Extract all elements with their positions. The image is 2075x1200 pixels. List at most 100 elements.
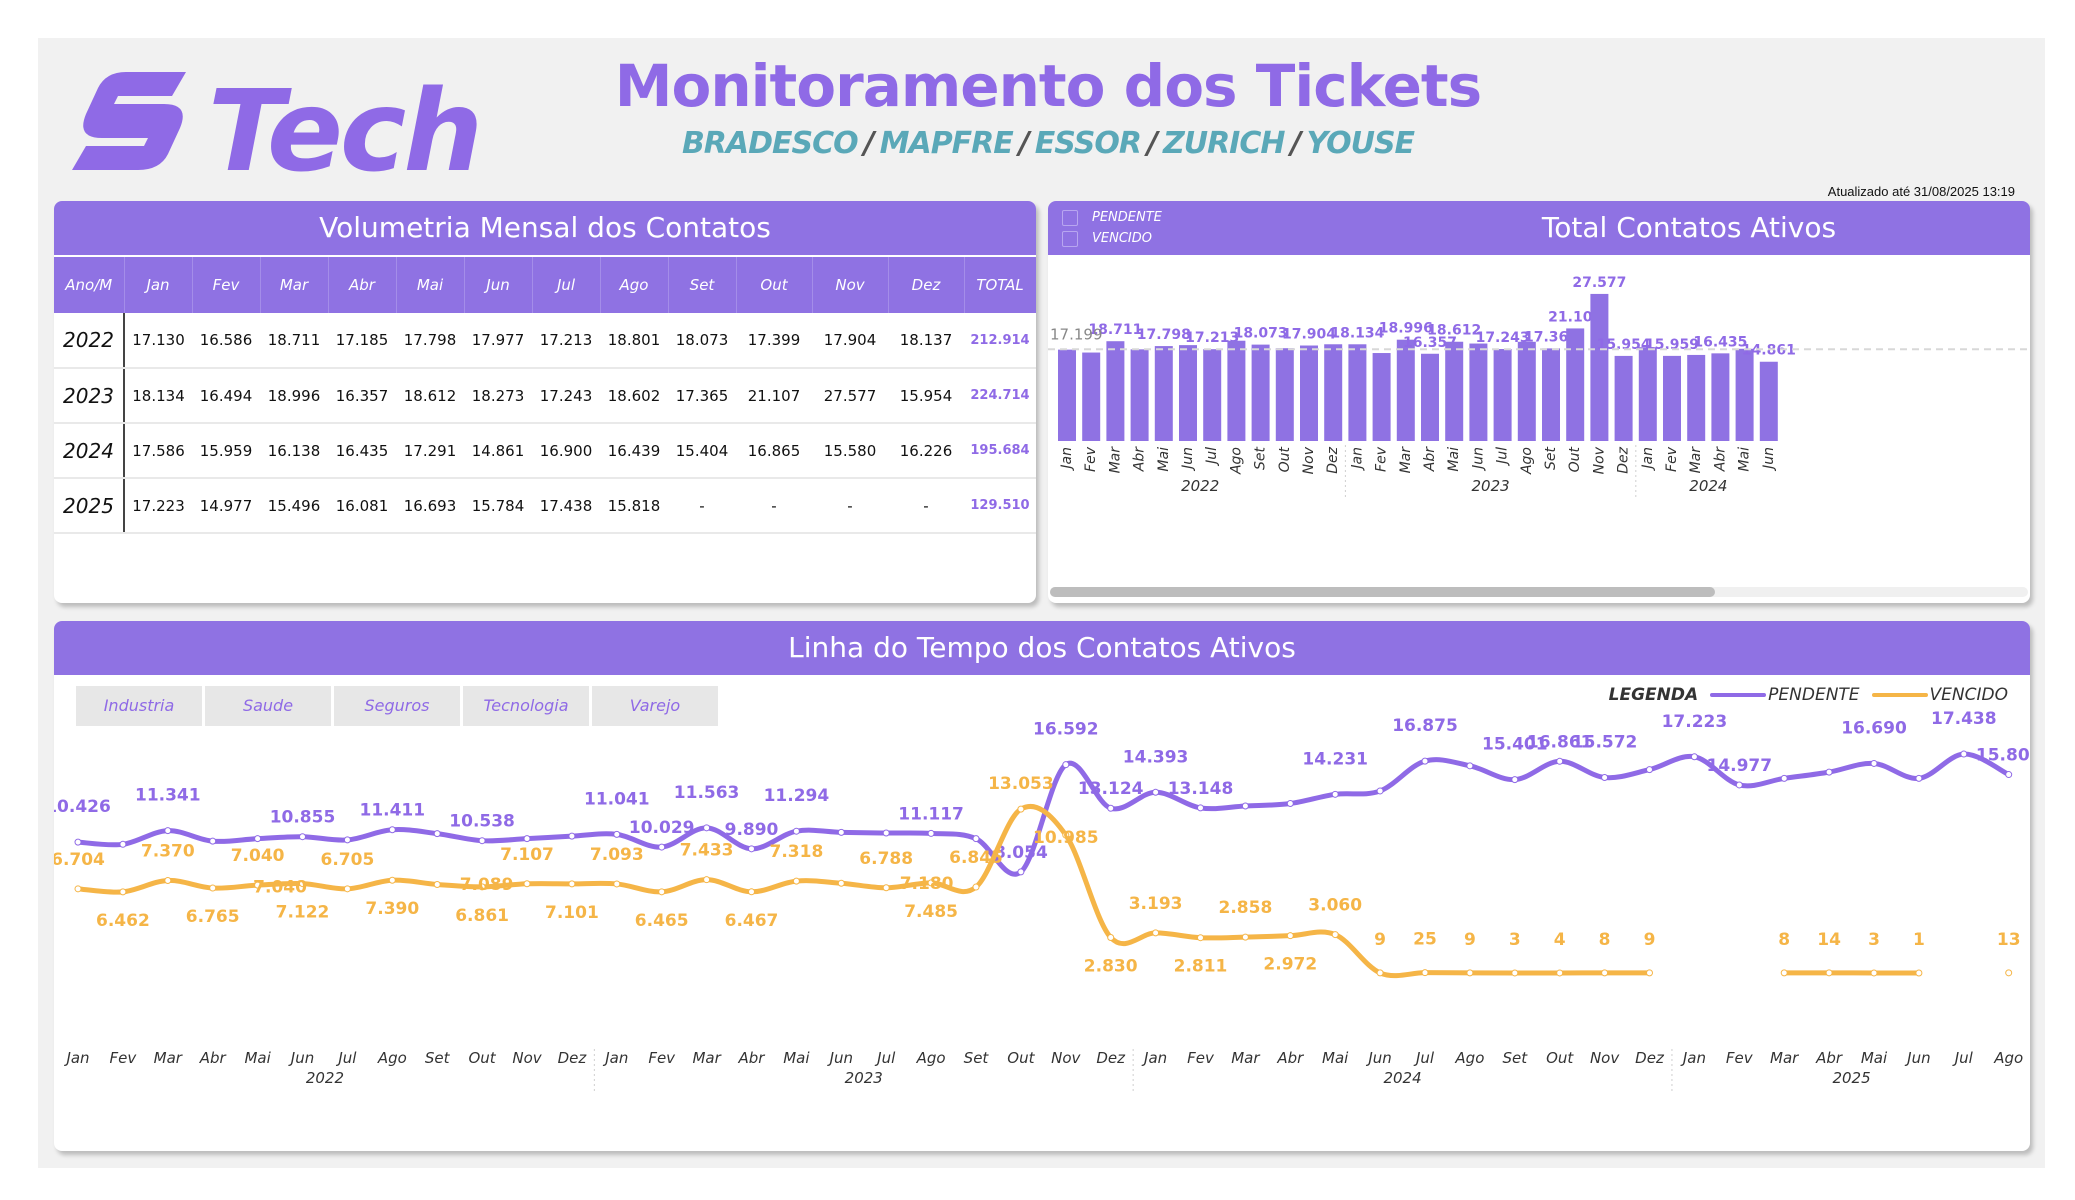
- data-point[interactable]: [1286, 932, 1294, 940]
- data-point[interactable]: [613, 880, 621, 888]
- horizontal-scrollbar[interactable]: [1050, 587, 2028, 597]
- data-point[interactable]: [119, 888, 127, 896]
- data-point[interactable]: [1331, 790, 1339, 798]
- data-point[interactable]: [1017, 868, 1025, 876]
- data-point[interactable]: [613, 830, 621, 838]
- data-point[interactable]: [1780, 969, 1788, 977]
- data-point[interactable]: [792, 877, 800, 885]
- bar[interactable]: [1566, 328, 1585, 441]
- data-point[interactable]: [972, 883, 980, 891]
- data-point[interactable]: [972, 835, 980, 843]
- data-point[interactable]: [523, 880, 531, 888]
- data-point[interactable]: [478, 837, 486, 845]
- bar[interactable]: [1396, 339, 1415, 441]
- data-point[interactable]: [1376, 969, 1384, 977]
- data-point[interactable]: [209, 884, 217, 892]
- data-point[interactable]: [388, 826, 396, 834]
- data-point[interactable]: [254, 835, 262, 843]
- data-point[interactable]: [1376, 787, 1384, 795]
- data-point[interactable]: [1241, 933, 1249, 941]
- data-point[interactable]: [388, 876, 396, 884]
- bar[interactable]: [1711, 353, 1730, 441]
- data-point[interactable]: [658, 888, 666, 896]
- data-point[interactable]: [1690, 753, 1698, 761]
- data-point[interactable]: [209, 837, 217, 845]
- data-point[interactable]: [927, 829, 935, 837]
- bar[interactable]: [1687, 354, 1706, 441]
- data-point[interactable]: [1825, 768, 1833, 776]
- data-point[interactable]: [837, 828, 845, 836]
- bar[interactable]: [1058, 349, 1076, 441]
- data-point[interactable]: [1107, 933, 1115, 941]
- data-point[interactable]: [164, 876, 172, 884]
- data-point[interactable]: [1825, 969, 1833, 977]
- data-point[interactable]: [1556, 969, 1564, 977]
- bar[interactable]: [1663, 355, 1681, 441]
- bar[interactable]: [1517, 341, 1536, 441]
- bar[interactable]: [1445, 341, 1464, 441]
- data-point[interactable]: [1421, 757, 1429, 765]
- bar[interactable]: [1082, 352, 1101, 441]
- bar[interactable]: [1469, 343, 1488, 441]
- data-point[interactable]: [433, 880, 441, 888]
- data-point[interactable]: [1421, 969, 1429, 977]
- data-point[interactable]: [1601, 773, 1609, 781]
- bar[interactable]: [1348, 344, 1367, 441]
- data-point[interactable]: [1870, 759, 1878, 767]
- data-point[interactable]: [703, 876, 711, 884]
- data-point[interactable]: [74, 838, 82, 846]
- bar[interactable]: [1227, 340, 1246, 441]
- data-point[interactable]: [1152, 929, 1160, 937]
- data-point[interactable]: [1960, 750, 1968, 758]
- data-point[interactable]: [1286, 800, 1294, 807]
- bar[interactable]: [1372, 353, 1391, 441]
- data-point[interactable]: [1646, 766, 1653, 774]
- data-point[interactable]: [1241, 802, 1249, 810]
- bar[interactable]: [1154, 346, 1173, 441]
- data-point[interactable]: [1556, 757, 1564, 765]
- data-point[interactable]: [1735, 781, 1743, 789]
- data-point[interactable]: [1915, 774, 1923, 782]
- legend-item-pendente[interactable]: PENDENTE: [1062, 207, 1162, 228]
- checkbox-icon[interactable]: [1062, 209, 1078, 226]
- bar[interactable]: [1251, 344, 1270, 441]
- data-point[interactable]: [748, 845, 755, 853]
- data-point[interactable]: [703, 824, 711, 832]
- data-point[interactable]: [1915, 969, 1923, 977]
- data-point[interactable]: [299, 833, 306, 841]
- data-point[interactable]: [1511, 776, 1519, 784]
- data-point[interactable]: [1331, 931, 1339, 939]
- data-point[interactable]: [119, 840, 127, 848]
- bar[interactable]: [1759, 361, 1778, 441]
- tab-industria[interactable]: Industria: [76, 686, 202, 726]
- data-point[interactable]: [1107, 804, 1115, 812]
- bar[interactable]: [1324, 344, 1343, 441]
- data-point[interactable]: [523, 835, 531, 843]
- data-point[interactable]: [1062, 761, 1070, 769]
- bar[interactable]: [1300, 345, 1318, 441]
- data-point[interactable]: [1017, 805, 1025, 813]
- data-point[interactable]: [882, 829, 890, 837]
- bar[interactable]: [1130, 349, 1149, 441]
- data-point[interactable]: [1466, 762, 1474, 770]
- data-point[interactable]: [1197, 934, 1204, 942]
- bar[interactable]: [1614, 355, 1633, 441]
- data-point[interactable]: [568, 880, 576, 888]
- data-point[interactable]: [1780, 774, 1788, 782]
- data-point[interactable]: [792, 827, 800, 835]
- data-point[interactable]: [1511, 969, 1519, 977]
- bar[interactable]: [1735, 348, 1754, 441]
- tab-tecnologia[interactable]: Tecnologia: [463, 686, 589, 726]
- data-point[interactable]: [1646, 969, 1653, 977]
- data-point[interactable]: [2005, 969, 2013, 977]
- data-point[interactable]: [2005, 771, 2013, 779]
- data-point[interactable]: [1870, 969, 1878, 977]
- tab-seguros[interactable]: Seguros: [334, 686, 460, 726]
- bar[interactable]: [1638, 347, 1657, 441]
- data-point[interactable]: [343, 885, 351, 893]
- bar[interactable]: [1275, 348, 1294, 441]
- data-point[interactable]: [1466, 969, 1474, 977]
- data-point[interactable]: [1152, 788, 1160, 796]
- data-point[interactable]: [74, 885, 82, 893]
- bar[interactable]: [1203, 349, 1222, 441]
